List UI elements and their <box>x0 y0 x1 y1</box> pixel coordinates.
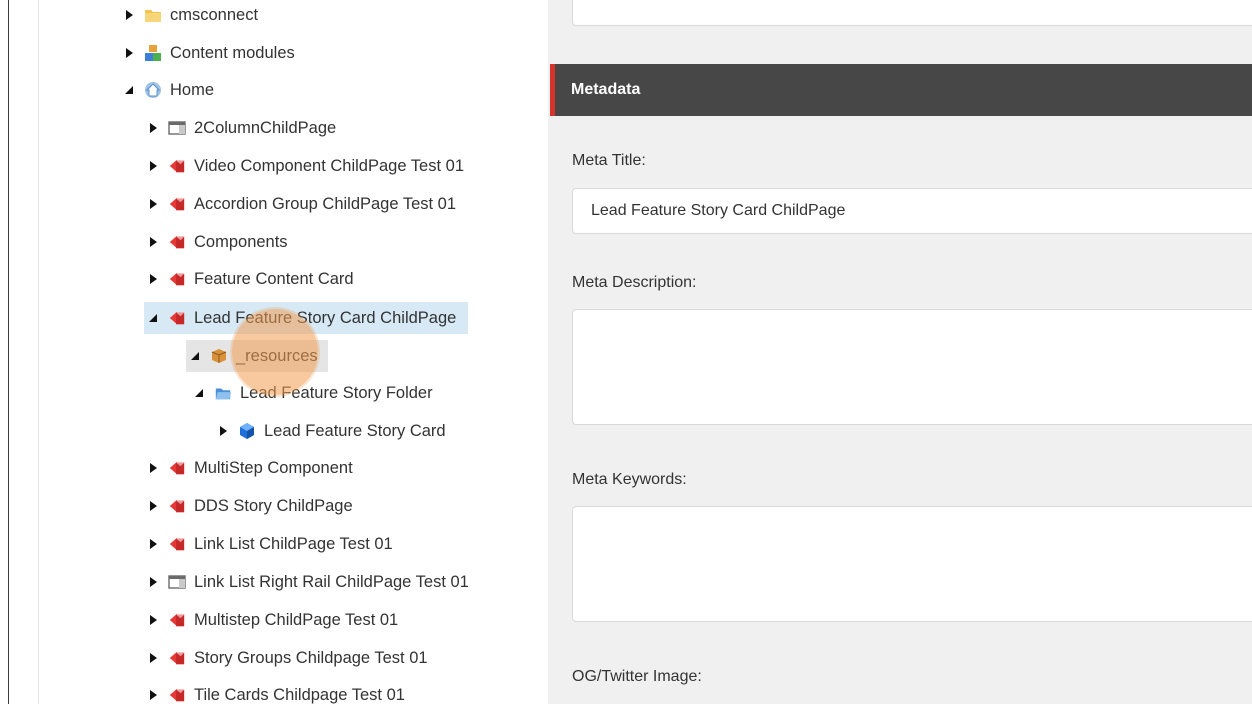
tree-node-label: Components <box>194 232 288 251</box>
page-item-icon <box>168 611 186 629</box>
meta-title-input[interactable]: Lead Feature Story Card ChildPage <box>572 188 1252 234</box>
og-twitter-image-label: OG/Twitter Image: <box>572 668 702 685</box>
blue-folder-icon <box>214 384 232 402</box>
tree-node-multistep-childpage[interactable]: Multistep ChildPage Test 01 <box>144 605 402 635</box>
tree-node-label: 2ColumnChildPage <box>194 118 337 137</box>
page-item-icon <box>168 686 186 704</box>
tree-node-dds-story-childpage[interactable]: DDS Story ChildPage <box>144 491 357 521</box>
home-icon <box>144 81 162 99</box>
page-item-icon <box>168 459 186 477</box>
tree-node-accordion-group-childpage[interactable]: Accordion Group ChildPage Test 01 <box>144 189 460 219</box>
content-tree: cmsconnect Content modules Home 2ColumnC… <box>0 0 548 704</box>
tree-node-label: Link List ChildPage Test 01 <box>194 534 393 553</box>
expand-arrow-icon[interactable] <box>120 44 138 62</box>
collapse-arrow-icon[interactable] <box>120 81 138 99</box>
meta-title-label: Meta Title: <box>572 152 646 169</box>
meta-description-label: Meta Description: <box>572 274 697 291</box>
expand-arrow-icon[interactable] <box>120 6 138 24</box>
collapse-arrow-icon[interactable] <box>186 347 204 365</box>
tree-node-label: Lead Feature Story Card <box>264 421 446 440</box>
tree-node-label: Multistep ChildPage Test 01 <box>194 610 399 629</box>
tree-node-multistep-component[interactable]: MultiStep Component <box>144 453 357 483</box>
metadata-section-header[interactable]: Metadata <box>550 64 1252 116</box>
tree-node-home[interactable]: Home <box>120 75 218 105</box>
resources-box-icon <box>210 347 228 365</box>
expand-arrow-icon[interactable] <box>144 649 162 667</box>
meta-keywords-textarea[interactable] <box>572 506 1252 622</box>
expand-arrow-icon[interactable] <box>144 459 162 477</box>
expand-arrow-icon[interactable] <box>144 157 162 175</box>
section-accent-bar <box>550 64 555 116</box>
tree-node-label: DDS Story ChildPage <box>194 496 353 515</box>
tree-node-label: Feature Content Card <box>194 269 354 288</box>
tree-node-resources[interactable]: _resources <box>186 340 328 372</box>
page-item-icon <box>168 195 186 213</box>
page-item-icon <box>168 309 186 327</box>
tree-node-tile-cards-childpage[interactable]: Tile Cards Childpage Test 01 <box>144 680 409 710</box>
tree-node-video-component-childpage[interactable]: Video Component ChildPage Test 01 <box>144 151 468 181</box>
tree-node-link-list-childpage[interactable]: Link List ChildPage Test 01 <box>144 529 397 559</box>
meta-title-value: Lead Feature Story Card ChildPage <box>591 202 846 219</box>
module-icon <box>144 44 162 62</box>
tree-node-label: Accordion Group ChildPage Test 01 <box>194 194 457 213</box>
tree-node-lead-feature-story-folder[interactable]: Lead Feature Story Folder <box>190 378 437 408</box>
expand-arrow-icon[interactable] <box>144 119 162 137</box>
tree-node-content-modules[interactable]: Content modules <box>120 38 299 68</box>
tree-node-lead-feature-story-card[interactable]: Lead Feature Story Card <box>214 416 450 446</box>
tree-node-label: cmsconnect <box>170 5 259 24</box>
tree-node-label: Lead Feature Story Card ChildPage <box>194 308 457 327</box>
expand-arrow-icon[interactable] <box>144 497 162 515</box>
expand-arrow-icon[interactable] <box>144 611 162 629</box>
tree-node-label: Video Component ChildPage Test 01 <box>194 156 464 175</box>
expand-arrow-icon[interactable] <box>144 270 162 288</box>
tree-node-label: Lead Feature Story Folder <box>240 383 433 402</box>
tree-node-2columnchildpage[interactable]: 2ColumnChildPage <box>144 113 340 143</box>
tree-node-label: _resources <box>236 346 318 365</box>
tree-node-label: Home <box>170 80 215 99</box>
section-title: Metadata <box>571 81 641 98</box>
blue-cube-icon <box>238 422 256 440</box>
layout-page-icon <box>168 573 186 591</box>
tree-node-feature-content-card[interactable]: Feature Content Card <box>144 264 358 294</box>
tree-node-link-list-right-rail-childpage[interactable]: Link List Right Rail ChildPage Test 01 <box>144 567 473 597</box>
tree-node-story-groups-childpage[interactable]: Story Groups Childpage Test 01 <box>144 643 432 673</box>
folder-icon <box>144 6 162 24</box>
collapse-arrow-icon[interactable] <box>190 384 208 402</box>
tree-node-cmsconnect[interactable]: cmsconnect <box>120 0 262 30</box>
tree-node-label: MultiStep Component <box>194 458 353 477</box>
meta-description-textarea[interactable] <box>572 309 1252 425</box>
page-item-icon <box>168 649 186 667</box>
page-item-icon <box>168 157 186 175</box>
expand-arrow-icon[interactable] <box>144 233 162 251</box>
tree-node-lead-feature-story-card-childpage[interactable]: Lead Feature Story Card ChildPage <box>144 302 469 334</box>
collapse-arrow-icon[interactable] <box>144 309 162 327</box>
expand-arrow-icon[interactable] <box>144 195 162 213</box>
layout-page-icon <box>168 119 186 137</box>
page-item-icon <box>168 233 186 251</box>
tree-node-label: Link List Right Rail ChildPage Test 01 <box>194 572 469 591</box>
previous-field-input[interactable] <box>572 0 1252 26</box>
expand-arrow-icon[interactable] <box>214 422 232 440</box>
tree-node-label: Content modules <box>170 43 295 62</box>
expand-arrow-icon[interactable] <box>144 686 162 704</box>
expand-arrow-icon[interactable] <box>144 535 162 553</box>
meta-keywords-label: Meta Keywords: <box>572 471 687 488</box>
page-item-icon <box>168 270 186 288</box>
tree-node-label: Story Groups Childpage Test 01 <box>194 648 428 667</box>
expand-arrow-icon[interactable] <box>144 573 162 591</box>
metadata-panel: Metadata Meta Title: Lead Feature Story … <box>548 0 1252 704</box>
tree-node-components[interactable]: Components <box>144 227 292 257</box>
page-item-icon <box>168 535 186 553</box>
page-item-icon <box>168 497 186 515</box>
